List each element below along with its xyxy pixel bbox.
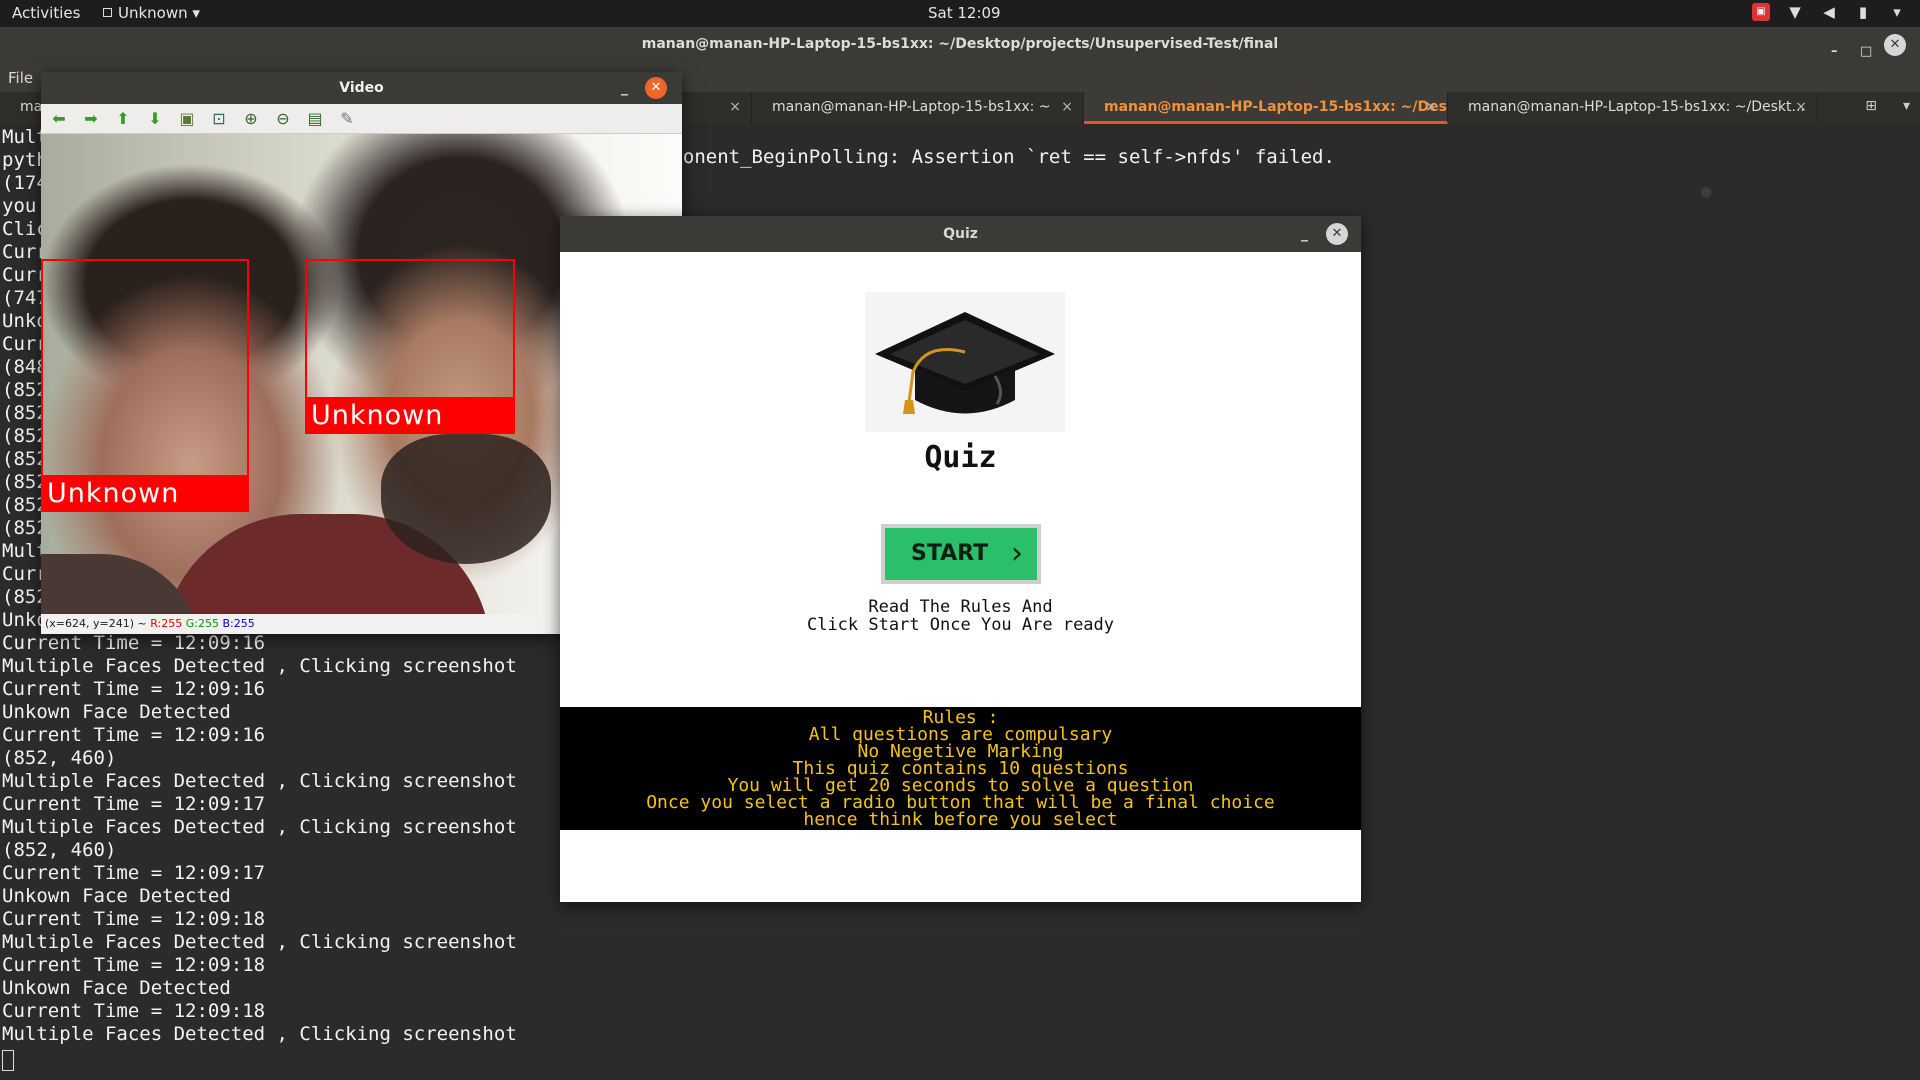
arrow-down-icon[interactable]: ⬇ <box>145 109 165 129</box>
new-tab-icon[interactable]: ⊞ <box>1865 98 1877 114</box>
person-shirt <box>41 554 201 614</box>
system-menu-icon[interactable]: ▾ <box>1888 3 1906 21</box>
tab-label: ma <box>20 99 43 115</box>
cursor-coords: (x=624, y=241) ~ <box>45 617 147 630</box>
top-bar: Activities Unknown ▾ Sat 12:09 ▣ ▼ ◀ ▮ ▾ <box>0 0 1920 27</box>
arrow-left-icon[interactable]: ⬅ <box>49 109 69 129</box>
output-line: Multiple Faces Detected , Clicking scree… <box>2 816 517 838</box>
properties-icon[interactable]: ✎ <box>337 109 357 129</box>
rule-line: hence think before you select <box>803 809 1118 830</box>
arrow-up-icon[interactable]: ⬆ <box>113 109 133 129</box>
browser-ghost-account: ● <box>1700 184 1713 200</box>
tab-list-icon[interactable]: ▾ <box>1903 98 1910 114</box>
output-line: Unkown Face Detected <box>2 885 231 907</box>
start-button[interactable]: START › <box>881 524 1041 584</box>
output-line: Current Time = 12:09:18 <box>2 1000 266 1022</box>
output-line: Current Time = 12:09:16 <box>2 724 266 746</box>
window-icon <box>103 8 112 17</box>
app-menu-label: Unknown <box>118 4 188 22</box>
tab-close-icon[interactable]: × <box>729 92 741 122</box>
activities-button[interactable]: Activities <box>12 4 80 22</box>
output-line: Unkown Face Detected <box>2 701 231 723</box>
tabbar-buttons: ⊞ ▾ <box>1865 98 1910 114</box>
recording-indicator-icon[interactable]: ▣ <box>1752 3 1770 21</box>
tab-label: manan@manan-HP-Laptop-15-bs1xx: ~ <box>772 99 1051 115</box>
zoom-in-icon[interactable]: ⊕ <box>241 109 261 129</box>
output-line: Multiple Faces Detected , Clicking scree… <box>2 770 517 792</box>
output-line: Multiple Faces Detected , Clicking scree… <box>2 931 517 953</box>
output-line: Multiple Faces Detected , Clicking scree… <box>2 655 517 677</box>
instruction-line: Read The Rules And <box>868 597 1053 617</box>
battery-icon[interactable]: ▮ <box>1854 3 1872 21</box>
output-line: Current Time = 12:09:17 <box>2 862 266 884</box>
start-button-label: START <box>911 541 989 566</box>
assertion-error-line: mponent_BeginPolling: Assertion `ret == … <box>660 146 1335 168</box>
output-line: (852, 460) <box>2 747 117 769</box>
zoom-out-icon[interactable]: ⊖ <box>273 109 293 129</box>
system-tray[interactable]: ▣ ▼ ◀ ▮ ▾ <box>1752 3 1906 21</box>
quiz-window: Quiz _ ✕ Quiz START › Read The Rules And… <box>560 216 1361 902</box>
tab-close-icon[interactable]: × <box>1795 92 1807 122</box>
close-icon[interactable]: ✕ <box>645 77 667 99</box>
pixel-blue: B:255 <box>222 617 255 630</box>
terminal-cursor <box>2 1050 14 1071</box>
output-line: (852, 460) <box>2 839 117 861</box>
minimize-icon[interactable]: _ <box>621 72 628 104</box>
instruction-line: Click Start Once You Are ready <box>806 615 1115 635</box>
video-titlebar[interactable]: Video _ ✕ <box>41 72 682 104</box>
output-line: Current Time = 12:09:18 <box>2 954 266 976</box>
terminal-titlebar: manan@manan-HP-Laptop-15-bs1xx: ~/Deskto… <box>0 27 1920 64</box>
quiz-heading: Quiz <box>924 440 997 475</box>
chevron-right-icon: › <box>1011 536 1023 571</box>
tab-2[interactable]: manan@manan-HP-Laptop-15-bs1xx: ~ × <box>752 92 1084 124</box>
volume-icon[interactable]: ◀ <box>1820 3 1838 21</box>
arrow-right-icon[interactable]: ➡ <box>81 109 101 129</box>
close-icon[interactable]: ✕ <box>1326 223 1348 245</box>
face-label: Unknown <box>305 399 515 434</box>
rules-panel: Rules : All questions are compulsary No … <box>560 707 1361 830</box>
output-line: Current Time = 12:09:17 <box>2 793 266 815</box>
tab-4[interactable]: manan@manan-HP-Laptop-15-bs1xx: ~/Deskt.… <box>1448 92 1818 124</box>
graduation-cap-icon <box>865 292 1065 432</box>
tab-close-icon[interactable]: × <box>1425 92 1437 121</box>
tab-label: manan@manan-HP-Laptop-15-bs1xx: ~/Des... <box>1104 99 1448 115</box>
clock[interactable]: Sat 12:09 <box>928 4 1001 22</box>
output-line: Unkown Face Detected <box>2 977 231 999</box>
tab-3-active[interactable]: manan@manan-HP-Laptop-15-bs1xx: ~/Des...… <box>1084 92 1448 124</box>
output-line: Current Time = 12:09:16 <box>2 632 266 654</box>
close-icon[interactable]: ✕ <box>1884 34 1906 56</box>
terminal-title: manan@manan-HP-Laptop-15-bs1xx: ~/Deskto… <box>641 36 1279 52</box>
face-detection-box <box>305 259 515 399</box>
save-icon[interactable]: ▤ <box>305 109 325 129</box>
quiz-titlebar[interactable]: Quiz _ ✕ <box>560 216 1361 252</box>
pixel-green: G:255 <box>185 617 219 630</box>
image-icon[interactable]: ▣ <box>177 109 197 129</box>
output-line: Current Time = 12:09:18 <box>2 908 266 930</box>
person-beard <box>381 434 551 564</box>
fit-window-icon[interactable]: ⊡ <box>209 109 229 129</box>
menu-file[interactable]: File <box>8 69 33 87</box>
app-menu[interactable]: Unknown ▾ <box>103 4 200 22</box>
minimize-icon[interactable]: _ <box>1301 216 1308 252</box>
output-line: Current Time = 12:09:16 <box>2 678 266 700</box>
output-line: Multiple Faces Detected , Clicking scree… <box>2 1023 517 1045</box>
tab-close-icon[interactable]: × <box>1061 92 1073 122</box>
face-detection-box <box>41 259 249 477</box>
face-label: Unknown <box>41 477 249 512</box>
pixel-red: R:255 <box>150 617 183 630</box>
quiz-title: Quiz <box>943 226 978 242</box>
wifi-icon[interactable]: ▼ <box>1786 3 1804 21</box>
video-title: Video <box>339 80 384 96</box>
quiz-instructions: Read The Rules And Click Start Once You … <box>560 598 1361 634</box>
video-toolbar: ⬅ ➡ ⬆ ⬇ ▣ ⊡ ⊕ ⊖ ▤ ✎ <box>41 104 682 134</box>
tab-label: manan@manan-HP-Laptop-15-bs1xx: ~/Deskt.… <box>1468 99 1805 115</box>
